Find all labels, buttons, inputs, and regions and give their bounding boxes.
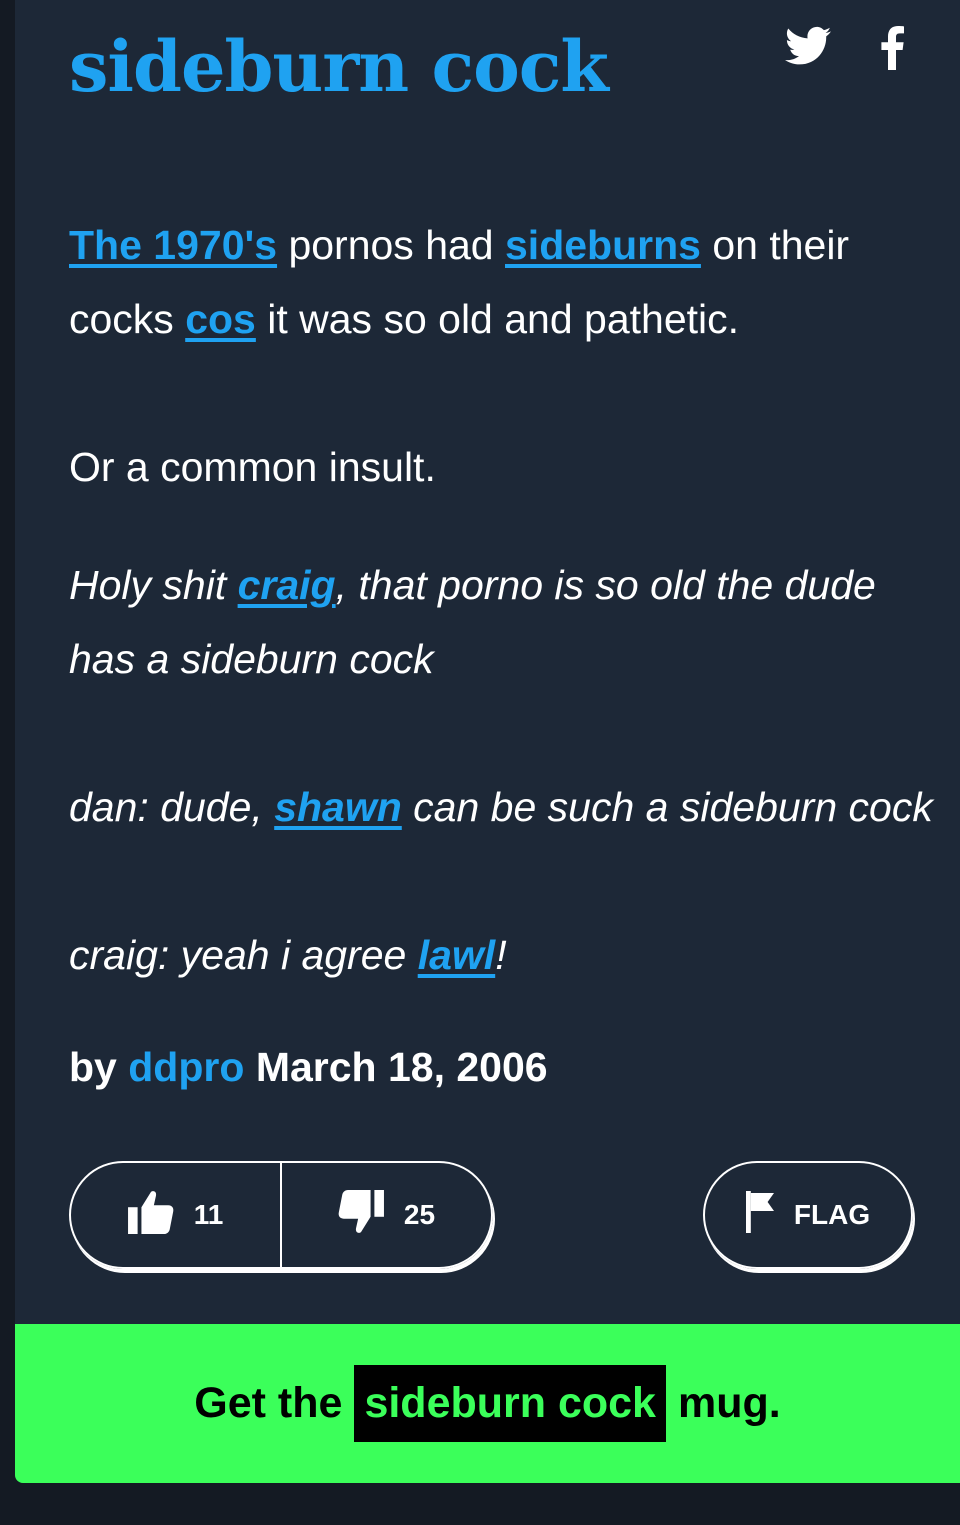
flag-label: FLAG — [793, 1199, 871, 1230]
mug-word-highlight: sideburn cock — [354, 1365, 666, 1442]
definition-insult-line: Or a common insult. — [69, 444, 436, 490]
link-lawl[interactable]: lawl — [418, 932, 495, 978]
example-segment: Holy shit — [69, 562, 238, 608]
example-segment: ! — [495, 932, 507, 978]
twitter-icon[interactable] — [785, 26, 831, 71]
thumbs-up-icon — [127, 1190, 174, 1241]
upvote-button[interactable]: 11 — [71, 1163, 282, 1267]
downvote-button[interactable]: 25 — [282, 1163, 491, 1267]
example-dialogue-craig: craig: yeah i agree lawl! — [69, 918, 939, 992]
link-sideburns[interactable]: sideburns — [505, 222, 701, 268]
mug-prefix: Get the — [194, 1379, 343, 1427]
thumbs-down-icon — [338, 1189, 384, 1241]
downvote-count: 25 — [403, 1199, 436, 1230]
example-sentence: Holy shit craig, that porno is so old th… — [69, 548, 939, 696]
link-cos[interactable]: cos — [185, 296, 256, 342]
flag-icon — [745, 1190, 776, 1240]
definition-segment: it was so old and pathetic. — [255, 296, 740, 342]
link-the-1970s[interactable]: The 1970's — [69, 222, 277, 268]
link-craig[interactable]: craig — [238, 562, 336, 608]
example-segment: can be such a sideburn cock — [401, 784, 933, 830]
definition-segment: pornos had — [277, 222, 505, 268]
example-segment: craig: yeah i agree — [69, 932, 418, 978]
post-date: March 18, 2006 — [255, 1044, 548, 1090]
definition-text: The 1970's pornos had sideburns on their… — [69, 208, 929, 356]
example-dialogue-dan: dan: dude, shawn can be such a sideburn … — [69, 770, 939, 844]
facebook-icon[interactable] — [879, 26, 905, 75]
mug-promo-banner[interactable]: Get the sideburn cock mug. — [15, 1324, 960, 1483]
upvote-count: 11 — [193, 1199, 224, 1230]
byline-by: by — [69, 1044, 117, 1090]
flag-button[interactable]: FLAG — [703, 1161, 913, 1269]
definition-card: sideburn cock The 1970's pornos had side… — [15, 0, 960, 1483]
author-link[interactable]: ddpro — [128, 1044, 244, 1090]
vote-group: 11 25 — [69, 1161, 493, 1269]
word-title[interactable]: sideburn cock — [69, 28, 609, 105]
example-segment: dan: dude, — [69, 784, 275, 830]
byline: by ddpro March 18, 2006 — [69, 1044, 548, 1091]
mug-suffix: mug. — [677, 1379, 781, 1427]
link-shawn[interactable]: shawn — [274, 784, 402, 830]
